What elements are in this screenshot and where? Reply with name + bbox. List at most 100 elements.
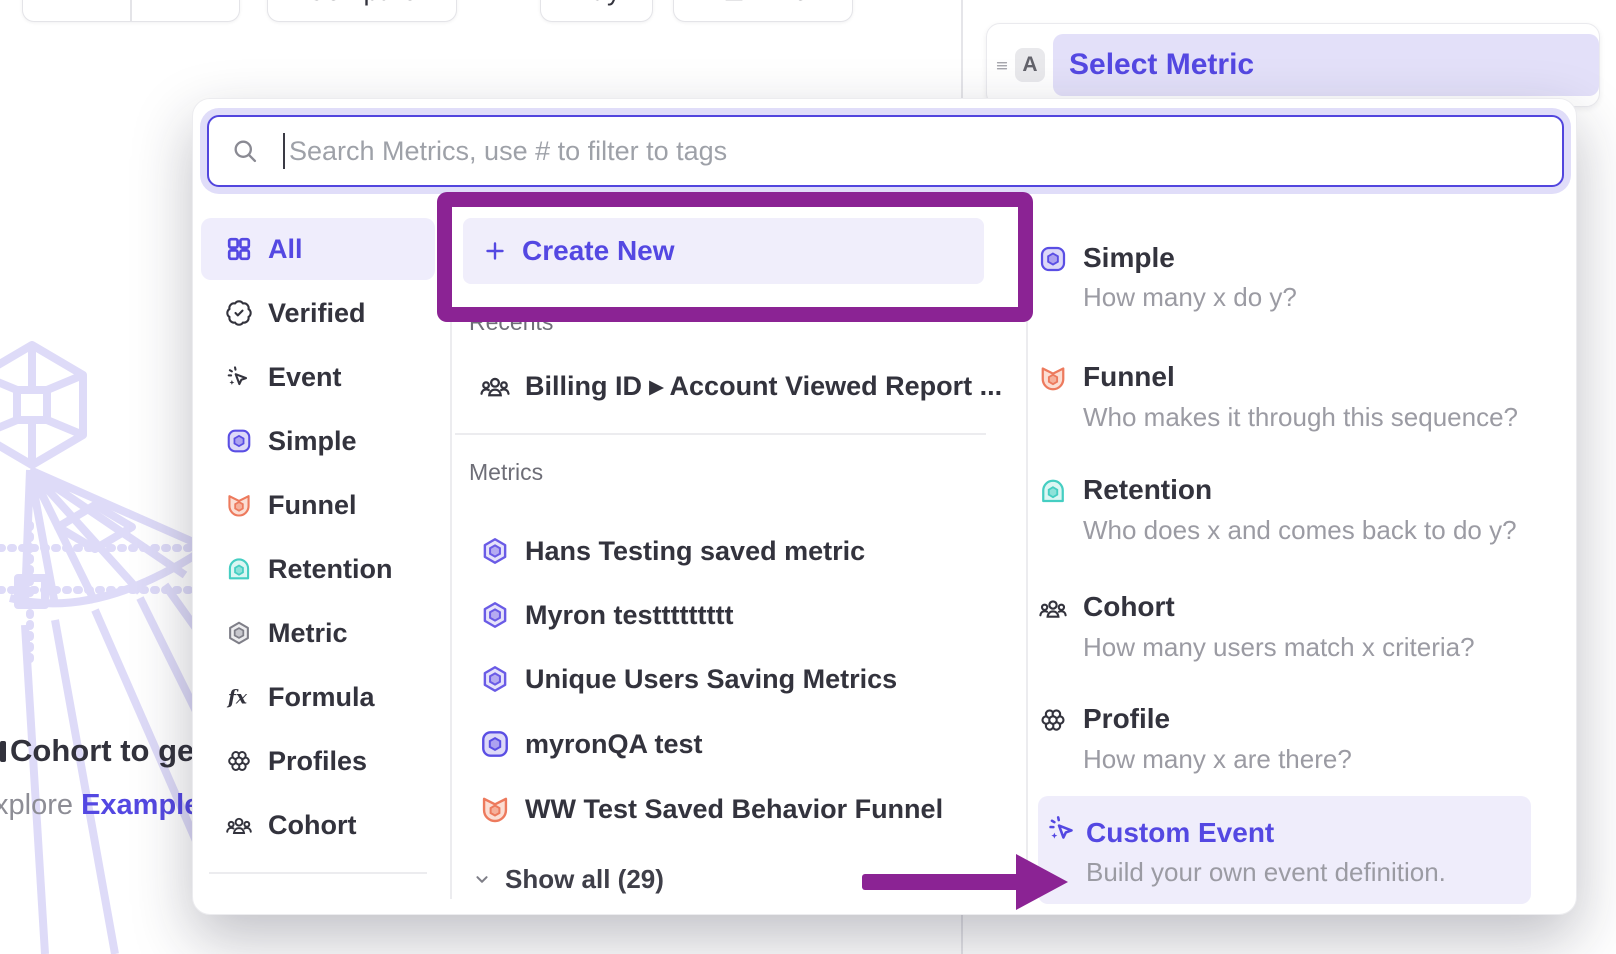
date-range-control[interactable]: 12M YTD bbox=[22, 0, 240, 22]
range-ytd-button[interactable]: YTD bbox=[132, 0, 239, 21]
funnel-icon bbox=[479, 793, 511, 825]
show-all-label: Show all (29) bbox=[505, 864, 664, 895]
metric-builder-row: A Select Metric bbox=[986, 23, 1600, 107]
range-12m-button[interactable]: 12M bbox=[23, 0, 130, 21]
funnel-icon bbox=[225, 491, 253, 519]
day-granularity-button[interactable]: Day bbox=[540, 0, 653, 22]
sidebar-label: Event bbox=[268, 362, 342, 393]
metric-item-label: myronQA test bbox=[525, 729, 703, 760]
retention-icon bbox=[1038, 476, 1068, 506]
verified-badge-icon bbox=[225, 299, 253, 327]
sidebar-item-funnel[interactable]: Funnel bbox=[201, 474, 435, 536]
select-metric-pill[interactable]: Select Metric bbox=[1053, 34, 1599, 96]
show-all-button[interactable]: Show all (29) bbox=[463, 848, 664, 910]
type-retention[interactable]: Retention bbox=[1083, 474, 1212, 506]
range-ytd-label: YTD bbox=[146, 0, 200, 7]
sidebar-label: Formula bbox=[268, 682, 375, 713]
cohort-people-icon bbox=[1038, 593, 1068, 623]
line-chart-icon bbox=[718, 0, 744, 4]
chevron-down-icon bbox=[471, 868, 493, 890]
type-desc: Who does x and comes back to do y? bbox=[1083, 515, 1517, 546]
simple-metric-icon bbox=[1038, 244, 1068, 274]
funnel-icon bbox=[1038, 363, 1068, 393]
metric-item-label: Unique Users Saving Metrics bbox=[525, 664, 897, 695]
sidebar-item-partial[interactable]: T bbox=[201, 905, 435, 915]
type-funnel[interactable]: Funnel bbox=[1083, 361, 1175, 393]
metric-list-item[interactable]: WW Test Saved Behavior Funnel bbox=[463, 778, 943, 840]
svg-text:fx: fx bbox=[226, 686, 248, 708]
search-icon bbox=[231, 137, 259, 165]
line-chart-type-button[interactable]: Line bbox=[673, 0, 853, 22]
recent-item-row[interactable]: Billing ID ▸ Account Viewed Report ... bbox=[463, 355, 1002, 417]
type-desc: How many x are there? bbox=[1083, 744, 1352, 775]
metric-hexagon-icon bbox=[225, 619, 253, 647]
text-cursor bbox=[283, 133, 285, 169]
sidebar-label: All bbox=[268, 234, 303, 265]
metric-item-label: Hans Testing saved metric bbox=[525, 536, 865, 567]
range-12m-label: 12M bbox=[50, 0, 103, 7]
line-label: Line bbox=[757, 0, 808, 7]
custom-event-title: Custom Event bbox=[1086, 817, 1274, 849]
metric-list-item[interactable]: myronQA test bbox=[463, 713, 703, 775]
recents-divider bbox=[455, 433, 986, 435]
sidebar-item-all[interactable]: All bbox=[201, 218, 435, 280]
sidebar-item-formula[interactable]: fx Formula bbox=[201, 666, 435, 728]
type-simple[interactable]: Simple bbox=[1083, 242, 1175, 274]
type-desc: Who makes it through this sequence? bbox=[1083, 402, 1518, 433]
sidebar-item-event[interactable]: Event bbox=[201, 346, 435, 408]
simple-metric-icon bbox=[225, 427, 253, 455]
sidebar-label: Profiles bbox=[268, 746, 367, 777]
simple-metric-icon bbox=[479, 728, 511, 760]
app-screen: 12M YTD Compare Day Line A Select Metric… bbox=[0, 0, 1616, 954]
metric-search bbox=[207, 115, 1564, 187]
cohort-people-icon bbox=[479, 370, 511, 402]
type-profile[interactable]: Profile bbox=[1083, 703, 1170, 735]
metric-hexagon-icon bbox=[479, 535, 511, 567]
profiles-cluster-icon bbox=[225, 747, 253, 775]
metric-item-label: Myron testtttttttt bbox=[525, 600, 733, 631]
metric-search-input[interactable] bbox=[207, 115, 1564, 187]
sidebar-label: Verified bbox=[268, 298, 366, 329]
custom-event-desc: Build your own event definition. bbox=[1086, 857, 1446, 888]
event-cursor-icon bbox=[225, 363, 253, 391]
metric-hexagon-icon bbox=[479, 663, 511, 695]
metric-list-item[interactable]: Myron testtttttttt bbox=[463, 584, 733, 646]
sidebar-item-cohort[interactable]: Cohort bbox=[201, 794, 435, 856]
sidebar-label: Simple bbox=[268, 426, 357, 457]
recent-item-label: Billing ID ▸ Account Viewed Report ... bbox=[525, 371, 1002, 402]
sidebar-item-metric[interactable]: Metric bbox=[201, 602, 435, 664]
annotation-arrow-head bbox=[1016, 854, 1068, 910]
sidebar-item-retention[interactable]: Retention bbox=[201, 538, 435, 600]
cohort-people-icon bbox=[225, 811, 253, 839]
empty-state-explore-line: xplore Example bbox=[0, 789, 200, 822]
example-link[interactable]: Example bbox=[81, 789, 200, 821]
type-cohort[interactable]: Cohort bbox=[1083, 591, 1175, 623]
empty-state-headline: Cohort to ge bbox=[10, 733, 194, 769]
profiles-cluster-icon bbox=[1038, 705, 1068, 735]
grid-icon bbox=[225, 235, 253, 263]
compare-button[interactable]: Compare bbox=[267, 0, 457, 22]
metric-list-item[interactable]: Hans Testing saved metric bbox=[463, 520, 865, 582]
sidebar-label: Metric bbox=[268, 618, 348, 649]
metric-item-label: WW Test Saved Behavior Funnel bbox=[525, 794, 943, 825]
background-wireframe-illustration bbox=[0, 330, 200, 954]
sidebar-label: Retention bbox=[268, 554, 393, 585]
sidebar-item-profiles[interactable]: Profiles bbox=[201, 730, 435, 792]
sidebar-item-simple[interactable]: Simple bbox=[201, 410, 435, 472]
type-custom-event[interactable]: Custom Event Build your own event defini… bbox=[1038, 796, 1531, 904]
explore-text: xplore bbox=[0, 789, 73, 821]
annotation-highlight-box bbox=[437, 192, 1033, 322]
annotation-arrow bbox=[862, 874, 1020, 890]
compare-label: Compare bbox=[306, 0, 417, 7]
metric-list-item[interactable]: Unique Users Saving Metrics bbox=[463, 648, 897, 710]
sidebar-divider bbox=[209, 872, 427, 874]
sidebar-label: Funnel bbox=[268, 490, 357, 521]
sidebar-item-verified[interactable]: Verified bbox=[201, 282, 435, 344]
retention-icon bbox=[225, 555, 253, 583]
metric-hexagon-icon bbox=[479, 599, 511, 631]
type-desc: How many x do y? bbox=[1083, 282, 1297, 313]
select-metric-label: Select Metric bbox=[1069, 48, 1254, 82]
formula-fx-icon: fx bbox=[225, 683, 253, 711]
drag-handle-icon[interactable] bbox=[993, 51, 1011, 79]
metrics-section-label: Metrics bbox=[469, 459, 543, 486]
